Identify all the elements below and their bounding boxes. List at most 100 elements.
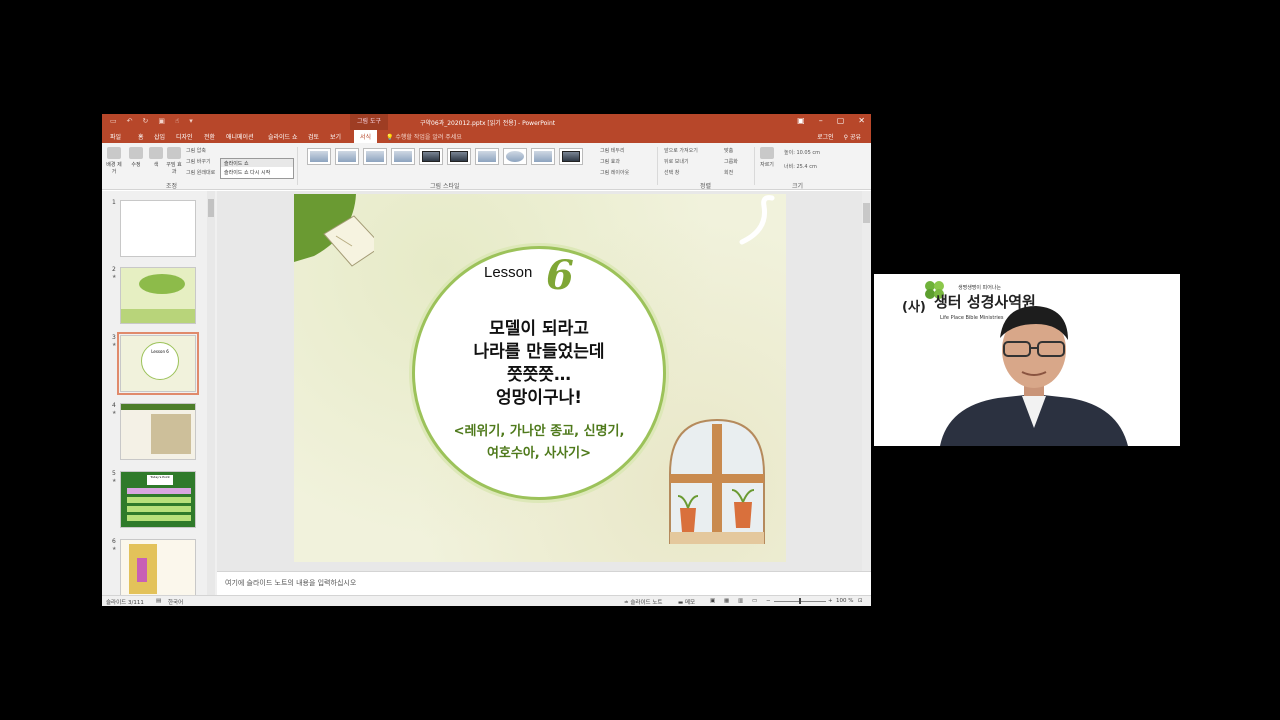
color-label: 색: [153, 162, 159, 168]
zoom-out-icon[interactable]: −: [766, 598, 771, 604]
change-picture-button[interactable]: 그림 바꾸기: [186, 158, 211, 165]
picture-layout-button[interactable]: 그림 레이아웃: [600, 169, 629, 176]
account-area: 로그인 ⚲ 공유: [817, 132, 861, 141]
slide-scrollbar[interactable]: [862, 191, 871, 571]
height-field[interactable]: 높이: 10.05 cm: [784, 149, 820, 156]
picture-style-8[interactable]: [503, 148, 527, 165]
zoom-level[interactable]: 100 %: [836, 598, 853, 604]
slide-thumbnail-6[interactable]: [120, 539, 196, 596]
reading-view-icon[interactable]: ▥: [738, 598, 743, 604]
picture-style-10[interactable]: [559, 148, 583, 165]
customize-qat-icon[interactable]: ▾: [189, 117, 193, 125]
logo-prefix: (사): [902, 300, 926, 315]
bring-forward-button[interactable]: 앞으로 가져오기: [664, 147, 698, 154]
selection-pane-button[interactable]: 선택 창: [664, 169, 679, 176]
width-field[interactable]: 너비: 25.4 cm: [784, 163, 817, 170]
picture-effects-button[interactable]: 그림 효과: [600, 158, 620, 165]
picture-style-2[interactable]: [335, 148, 359, 165]
title-bar: ▭ ↶ ↻ ▣ ☝ ▾ 그림 도구 구약06과_202012.pptx [읽기 …: [102, 114, 871, 130]
comments-button[interactable]: ▬ 메모: [678, 598, 695, 606]
notes-toggle-button[interactable]: ≐ 슬라이드 노트: [624, 598, 662, 606]
tooltip-body[interactable]: 슬라이드 쇼 다시 시작: [221, 167, 293, 178]
presenter-video: [940, 306, 1128, 446]
slide-thumbnail-pane: 1 2 ★ 3 ★ Lesson 6 4 ★ 5 ★ Today's Point: [102, 191, 217, 596]
corrections-button[interactable]: 수정: [127, 147, 145, 168]
adjust-group-label: 조정: [166, 183, 178, 190]
slide-thumbnail-4[interactable]: [120, 403, 196, 460]
save-icon[interactable]: ▭: [110, 117, 117, 125]
remove-background-button[interactable]: 배경 제거: [105, 147, 123, 175]
close-icon[interactable]: ✕: [858, 116, 865, 125]
signin-link[interactable]: 로그인: [817, 132, 834, 141]
tab-insert[interactable]: 삽입: [154, 132, 165, 141]
slide-thumbnail-2[interactable]: [120, 267, 196, 324]
picture-style-6[interactable]: [447, 148, 471, 165]
headline-line: 엉망이구나!: [496, 388, 582, 408]
animation-star-icon: ★: [112, 342, 117, 348]
fit-to-window-icon[interactable]: ⊡: [858, 598, 863, 604]
present-icon[interactable]: ▣: [158, 117, 165, 125]
touch-icon[interactable]: ☝: [175, 117, 179, 125]
remove-background-label: 배경 제거: [106, 162, 122, 175]
tab-home[interactable]: 홈: [138, 132, 144, 141]
group-button[interactable]: 그룹화: [724, 158, 738, 165]
ribbon-display-icon[interactable]: ▣: [797, 116, 805, 125]
undo-icon[interactable]: ↶: [127, 117, 133, 125]
sorter-view-icon[interactable]: ▦: [724, 598, 729, 604]
tab-design[interactable]: 디자인: [176, 132, 193, 141]
minimize-icon[interactable]: –: [819, 116, 823, 125]
slide-thumbnail-3[interactable]: Lesson 6: [117, 332, 199, 395]
tab-animations[interactable]: 애니메이션: [226, 132, 254, 141]
thumbnail-scrollbar[interactable]: [207, 191, 215, 595]
redo-icon[interactable]: ↻: [143, 117, 149, 125]
picture-style-1[interactable]: [307, 148, 331, 165]
slide-thumbnail-1[interactable]: [120, 200, 196, 257]
current-slide[interactable]: Lesson 6 모델이 되라고 나라를 만들었는데 쯧쯧쯧… 엉망이구나! <…: [294, 194, 786, 562]
picture-style-5[interactable]: [419, 148, 443, 165]
picture-style-3[interactable]: [363, 148, 387, 165]
mini-title: Today's Point: [147, 475, 173, 485]
crop-button[interactable]: 자르기: [758, 147, 776, 168]
picture-style-7[interactable]: [475, 148, 499, 165]
tab-review[interactable]: 검토: [308, 132, 319, 141]
artistic-effects-button[interactable]: 꾸밈 효과: [165, 147, 183, 175]
tell-me-box[interactable]: 💡 수행할 작업을 알려 주세요: [386, 132, 462, 141]
zoom-slider-thumb[interactable]: [799, 598, 801, 604]
corrections-label: 수정: [131, 162, 141, 168]
normal-view-icon[interactable]: ▣: [710, 598, 715, 604]
tab-file[interactable]: 파일: [110, 132, 121, 141]
align-button[interactable]: 맞춤: [724, 147, 733, 154]
width-label: 너비:: [784, 164, 795, 170]
color-button[interactable]: 색: [147, 147, 165, 168]
document-title: 구약06과_202012.pptx [읽기 전용] - PowerPoint: [420, 120, 556, 127]
spellcheck-icon[interactable]: ▤: [156, 598, 161, 604]
tab-format[interactable]: 서식: [354, 130, 378, 143]
slide-headline: 모델이 되라고 나라를 만들었는데 쯧쯧쯧… 엉망이구나!: [414, 318, 664, 410]
tab-transitions[interactable]: 전환: [204, 132, 215, 141]
slide-editing-area: Lesson 6 모델이 되라고 나라를 만들었는데 쯧쯧쯧… 엉망이구나! <…: [217, 191, 871, 571]
zoom-in-icon[interactable]: +: [828, 598, 833, 604]
size-group-label: 크기: [792, 183, 804, 190]
compress-pictures-button[interactable]: 그림 압축: [186, 147, 206, 154]
arrange-group-label: 정렬: [700, 183, 712, 190]
rotate-button[interactable]: 회전: [724, 169, 733, 176]
language-indicator[interactable]: 한국어: [168, 598, 183, 606]
slideshow-view-icon[interactable]: ▭: [752, 598, 757, 604]
styles-group-label: 그림 스타일: [430, 183, 460, 190]
picture-border-button[interactable]: 그림 테두리: [600, 147, 625, 154]
picture-style-9[interactable]: [531, 148, 555, 165]
notes-pane[interactable]: 여기에 슬라이드 노트의 내용을 입력하십시오: [217, 571, 871, 595]
maximize-icon[interactable]: ▢: [837, 116, 845, 125]
reset-picture-button[interactable]: 그림 원래대로: [186, 169, 215, 176]
slide-thumbnail-5[interactable]: Today's Point: [120, 471, 196, 528]
tab-view[interactable]: 보기: [330, 132, 341, 141]
share-button[interactable]: ⚲ 공유: [844, 132, 861, 141]
comments-label: 메모: [684, 600, 696, 606]
send-backward-button[interactable]: 뒤로 보내기: [664, 158, 689, 165]
scroll-handle[interactable]: [863, 203, 870, 223]
scroll-handle[interactable]: [208, 199, 214, 217]
ribbon-separator: [657, 147, 658, 185]
picture-style-4[interactable]: [391, 148, 415, 165]
quick-access-toolbar: ▭ ↶ ↻ ▣ ☝ ▾: [110, 117, 193, 125]
tab-slideshow[interactable]: 슬라이드 쇼: [268, 132, 298, 141]
